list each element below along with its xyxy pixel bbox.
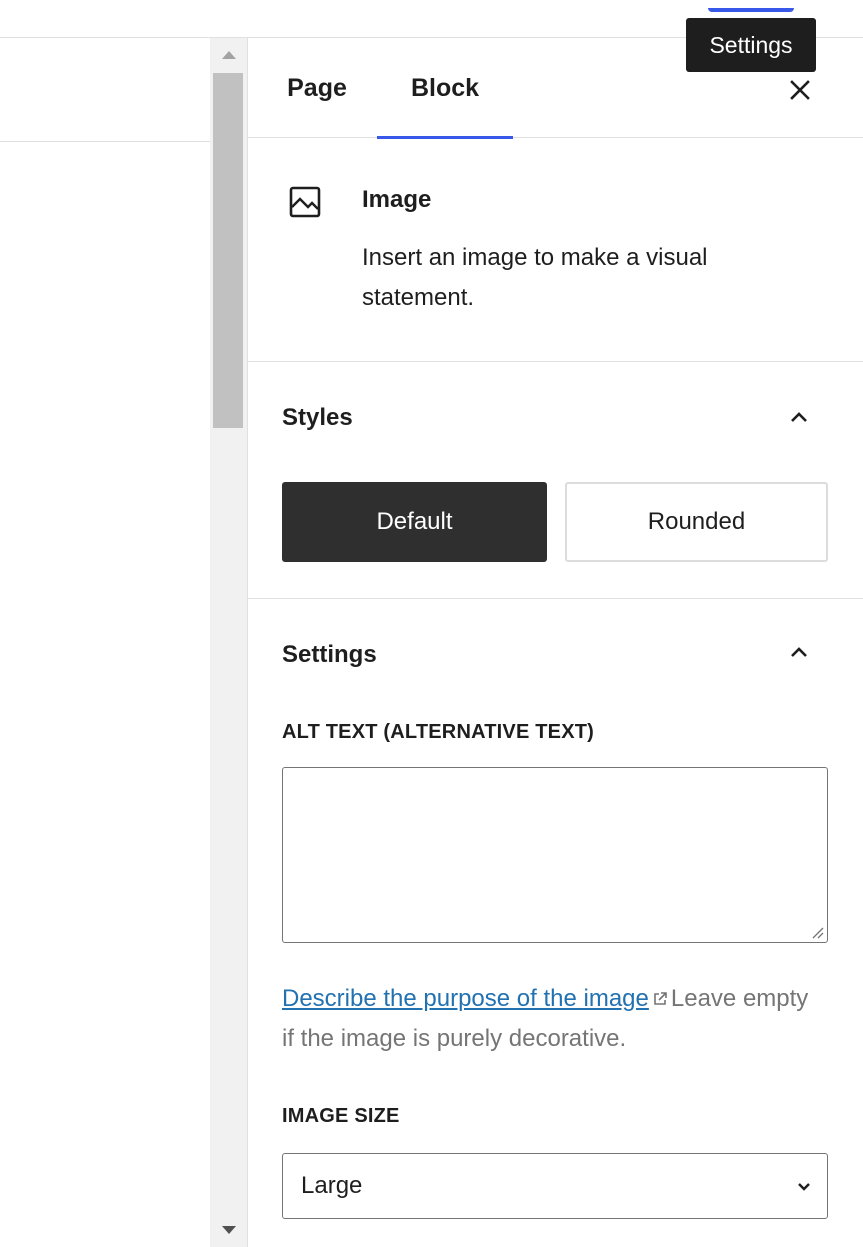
block-card: Image Insert an image to make a visual s… [248, 138, 863, 362]
external-link-icon [654, 992, 667, 1005]
chevron-up-icon[interactable] [786, 404, 812, 430]
scroll-down-arrow[interactable] [210, 1213, 247, 1247]
tab-page[interactable]: Page [262, 38, 372, 138]
image-icon [288, 185, 322, 224]
close-sidebar-button[interactable] [776, 68, 824, 112]
alt-text-help-link[interactable]: Describe the purpose of the image [282, 985, 649, 1012]
styles-panel: Styles Default Rounded [248, 362, 863, 599]
image-size-label: IMAGE SIZE [282, 1105, 400, 1127]
settings-tooltip: Settings [686, 18, 816, 72]
chevron-up-icon[interactable] [786, 639, 812, 665]
resize-handle-icon[interactable] [810, 925, 824, 939]
styles-panel-title[interactable]: Styles [282, 404, 353, 432]
scrollbar[interactable] [210, 38, 247, 1247]
image-size-select[interactable]: Large [282, 1153, 828, 1219]
scroll-up-arrow[interactable] [210, 38, 247, 72]
image-size-value: Large [301, 1172, 363, 1199]
canvas-divider [0, 141, 210, 142]
chevron-down-icon [798, 1183, 810, 1191]
alt-text-label: ALT TEXT (ALTERNATIVE TEXT) [282, 721, 595, 743]
settings-sidebar: Page Block Image Insert an image to make… [248, 38, 863, 1247]
settings-panel-title[interactable]: Settings [282, 641, 377, 669]
scroll-thumb[interactable] [213, 73, 243, 428]
alt-text-input[interactable] [282, 767, 828, 943]
block-title: Image [362, 186, 432, 213]
settings-panel: Settings ALT TEXT (ALTERNATIVE TEXT) Des… [248, 599, 863, 1247]
alt-text-help: Describe the purpose of the image Leave e… [282, 979, 822, 1059]
style-rounded-button[interactable]: Rounded [565, 482, 828, 562]
style-default-button[interactable]: Default [282, 482, 547, 562]
block-description: Insert an image to make a visual stateme… [362, 244, 708, 311]
tab-block[interactable]: Block [377, 38, 513, 139]
toolbar-settings-button-edge[interactable] [708, 0, 794, 12]
close-icon [790, 80, 810, 100]
